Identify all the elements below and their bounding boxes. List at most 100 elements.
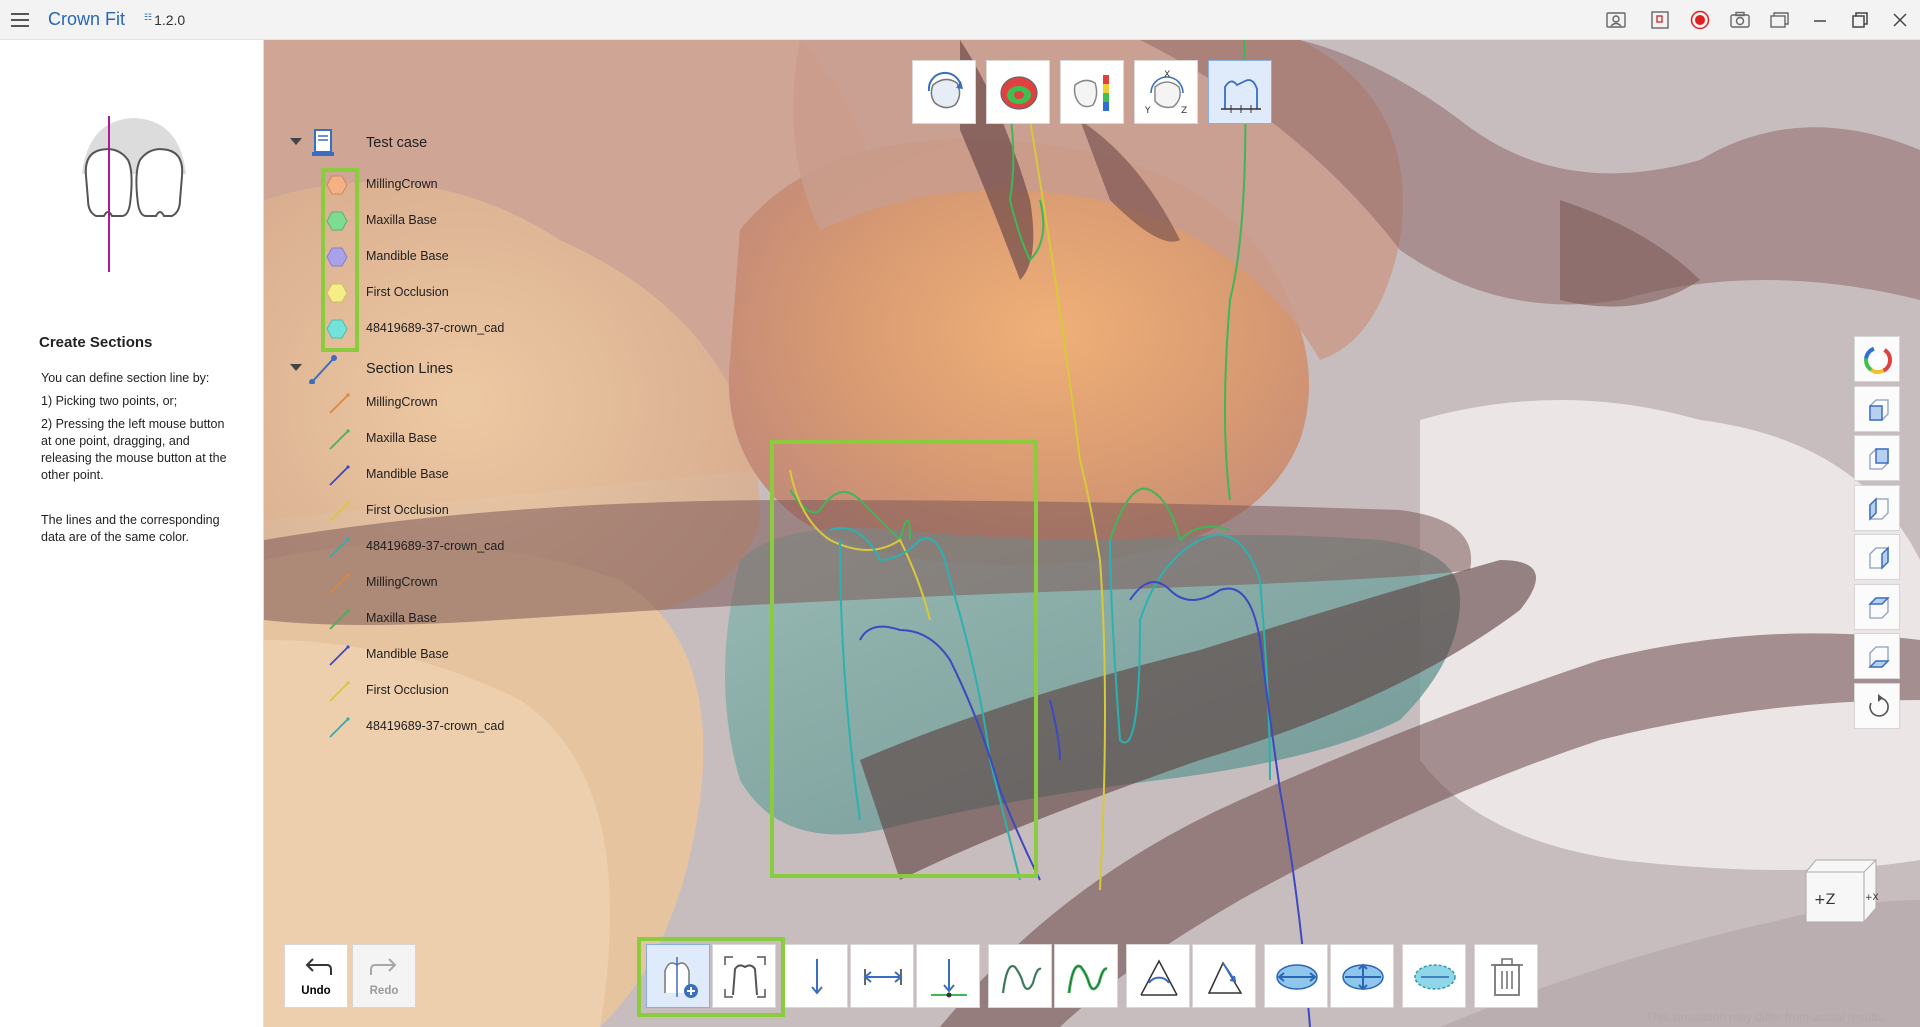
xyz-axis-icon: X Y Z — [1144, 70, 1187, 116]
section-line-item[interactable]: MillingCrown — [326, 570, 556, 596]
crop-frame-icon[interactable] — [1650, 10, 1670, 30]
help-text-option-2: 2) Pressing the left mouse button at one… — [41, 417, 227, 482]
view-bottom-icon — [1868, 646, 1890, 668]
section-line-item[interactable]: Mandible Base — [326, 642, 556, 668]
curve-measure-button[interactable] — [988, 944, 1052, 1008]
section-line-item[interactable]: Mandible Base — [326, 462, 556, 488]
section-line-label: Maxilla Base — [366, 431, 437, 445]
triangle-measure-button[interactable] — [1192, 944, 1256, 1008]
record-icon[interactable] — [1690, 10, 1710, 30]
section-line-color-icon — [329, 573, 350, 594]
section-line-color-icon — [329, 681, 350, 702]
view-top-icon — [1868, 597, 1890, 619]
cube-face-x: +X — [1865, 893, 1879, 903]
section-line-label: First Occlusion — [366, 683, 449, 697]
help-panel: Create Sections You can define section l… — [0, 40, 264, 1027]
tree-item-maxilla-base[interactable]: Maxilla Base — [326, 208, 556, 234]
view-front-button[interactable] — [1854, 386, 1900, 432]
angle-measure-button[interactable] — [1126, 944, 1190, 1008]
point-measure-button[interactable] — [916, 944, 980, 1008]
view-left-button[interactable] — [1854, 485, 1900, 531]
tree-item-mandible-base[interactable]: Mandible Base — [326, 244, 556, 270]
test-case-label: Test case — [366, 135, 428, 151]
horizontal-measure-button[interactable] — [850, 944, 914, 1008]
section-line-item[interactable]: 48419689-37-crown_cad — [326, 714, 556, 740]
tree-item-crown-cad[interactable]: 48419689-37-crown_cad — [326, 316, 556, 342]
vertical-measure-icon — [811, 959, 823, 995]
section-line-item[interactable]: First Occlusion — [326, 498, 556, 524]
section-line-item[interactable]: First Occlusion — [326, 678, 556, 704]
undo-label: Undo — [301, 985, 331, 997]
section-line-label: Mandible Base — [366, 467, 449, 481]
color-wheel-button[interactable] — [1854, 336, 1900, 382]
svg-text:Z: Z — [1181, 106, 1187, 116]
ellipse-cross-button[interactable] — [1330, 944, 1394, 1008]
section-line-item[interactable]: Maxilla Base — [326, 426, 556, 452]
camera-icon[interactable] — [1730, 10, 1750, 30]
section-line-item[interactable]: Maxilla Base — [326, 606, 556, 632]
svg-text:Y: Y — [1144, 106, 1151, 116]
section-lines-icon — [309, 355, 337, 384]
screenshot-stack-icon[interactable] — [1770, 10, 1790, 30]
triangle-measure-icon — [1207, 961, 1243, 994]
simulation-disclaimer: This simulation may differ from actual r… — [1646, 1010, 1887, 1024]
app-version: ☷ 1.2.0 — [144, 12, 185, 28]
section-line-item[interactable]: 48419689-37-crown_cad — [326, 534, 556, 560]
restore-icon[interactable] — [1848, 8, 1872, 32]
heatmap-button[interactable] — [986, 60, 1050, 124]
curve-fill-icon — [1067, 964, 1108, 994]
tree-item-label: 48419689-37-crown_cad — [366, 321, 505, 335]
section-tool-button[interactable] — [1208, 60, 1272, 124]
curve-fill-button[interactable] — [1054, 944, 1118, 1008]
hamburger-menu-icon[interactable] — [8, 8, 32, 32]
section-lines-label: Section Lines — [366, 361, 454, 377]
title-bar: Crown Fit ☷ 1.2.0 — [0, 0, 1920, 40]
rotate-view-button[interactable] — [912, 60, 976, 124]
trash-icon — [1491, 958, 1523, 996]
reset-view-button[interactable] — [1854, 683, 1900, 729]
cube-face-z: +Z — [1814, 892, 1835, 908]
view-right-button[interactable] — [1854, 534, 1900, 580]
view-front-icon — [1869, 399, 1889, 421]
expand-arrow-icon[interactable] — [290, 364, 302, 371]
section-line-color-icon — [329, 393, 350, 414]
section-line-label: First Occlusion — [366, 503, 449, 517]
delete-button[interactable] — [1474, 944, 1538, 1008]
section-line-label: MillingCrown — [366, 395, 438, 409]
xyz-axis-button[interactable]: X Y Z — [1134, 60, 1198, 124]
tree-item-first-occlusion[interactable]: First Occlusion — [326, 280, 556, 306]
section-line-color-icon — [329, 429, 350, 450]
id-camera-icon[interactable] — [1606, 10, 1626, 30]
color-swatch-highlight — [321, 168, 359, 352]
tree-item-milling-crown[interactable]: MillingCrown — [326, 172, 556, 198]
help-title: Create Sections — [39, 334, 153, 351]
ellipse-fill-button[interactable] — [1402, 944, 1466, 1008]
app-title: Crown Fit — [48, 9, 126, 29]
help-text-note: The lines and the corresponding data are… — [41, 513, 220, 544]
view-back-button[interactable] — [1854, 435, 1900, 481]
active-tools-highlight — [637, 937, 785, 1017]
section-line-label: MillingCrown — [366, 575, 438, 589]
tree-item-label: Maxilla Base — [366, 213, 437, 227]
tree-item-label: First Occlusion — [366, 285, 449, 299]
section-line-item[interactable]: MillingCrown — [326, 390, 556, 416]
undo-button[interactable]: Undo — [284, 944, 348, 1008]
section-line-color-icon — [329, 717, 350, 738]
color-scale-button[interactable] — [1060, 60, 1124, 124]
view-top-button[interactable] — [1854, 584, 1900, 630]
redo-label: Redo — [369, 985, 399, 997]
orientation-cube[interactable]: +Z +X — [1802, 856, 1882, 926]
color-scale-icon — [1073, 75, 1109, 111]
curve-measure-icon — [1001, 965, 1042, 994]
redo-button[interactable]: Redo — [352, 944, 416, 1008]
minimize-icon[interactable] — [1808, 8, 1832, 32]
ellipse-horizontal-button[interactable] — [1264, 944, 1328, 1008]
expand-arrow-icon[interactable] — [290, 138, 302, 145]
vertical-measure-button[interactable] — [784, 944, 848, 1008]
undo-arrow-icon — [305, 958, 332, 975]
view-bottom-button[interactable] — [1854, 633, 1900, 679]
section-line-label: Maxilla Base — [366, 611, 437, 625]
section-line-color-icon — [329, 465, 350, 486]
close-icon[interactable] — [1888, 8, 1912, 32]
section-tool-icon — [1221, 79, 1261, 113]
